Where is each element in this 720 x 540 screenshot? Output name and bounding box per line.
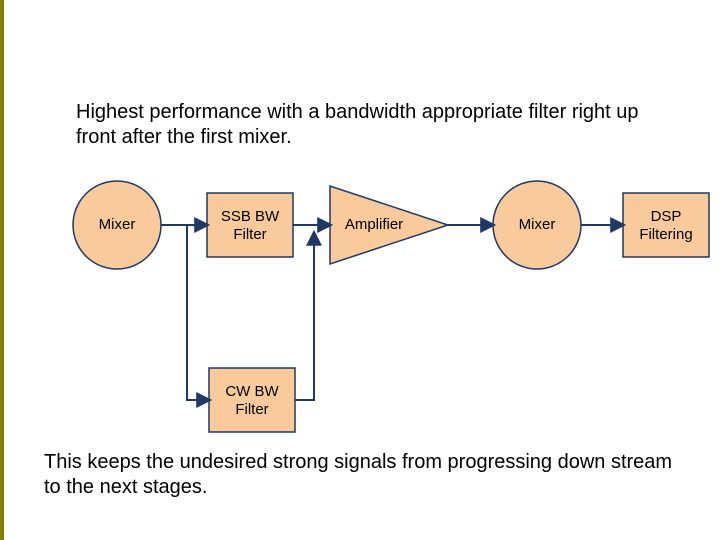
ssb-filter-block: SSB BW Filter	[207, 193, 293, 257]
cw-filter-label-1: CW BW	[225, 383, 279, 400]
dsp-filtering-block: DSP Filtering	[623, 193, 709, 257]
slide: Highest performance with a bandwidth app…	[0, 0, 720, 540]
ssb-filter-label-1: SSB BW	[221, 208, 280, 225]
mixer2-block: Mixer	[493, 181, 581, 269]
ssb-filter-label-2: Filter	[233, 226, 266, 243]
mixer1-label: Mixer	[99, 216, 136, 233]
connector-cw-up	[295, 233, 314, 400]
connector-down-to-cw	[187, 225, 209, 400]
cw-filter-block: CW BW Filter	[209, 368, 295, 432]
amplifier-label: Amplifier	[345, 216, 403, 233]
dsp-label-2: Filtering	[639, 226, 692, 243]
dsp-label-1: DSP	[651, 208, 682, 225]
footer-text: This keeps the undesired strong signals …	[44, 450, 684, 500]
amplifier-block: Amplifier	[330, 186, 448, 264]
mixer1-block: Mixer	[73, 181, 161, 269]
mixer2-label: Mixer	[519, 216, 556, 233]
cw-filter-label-2: Filter	[235, 401, 268, 418]
